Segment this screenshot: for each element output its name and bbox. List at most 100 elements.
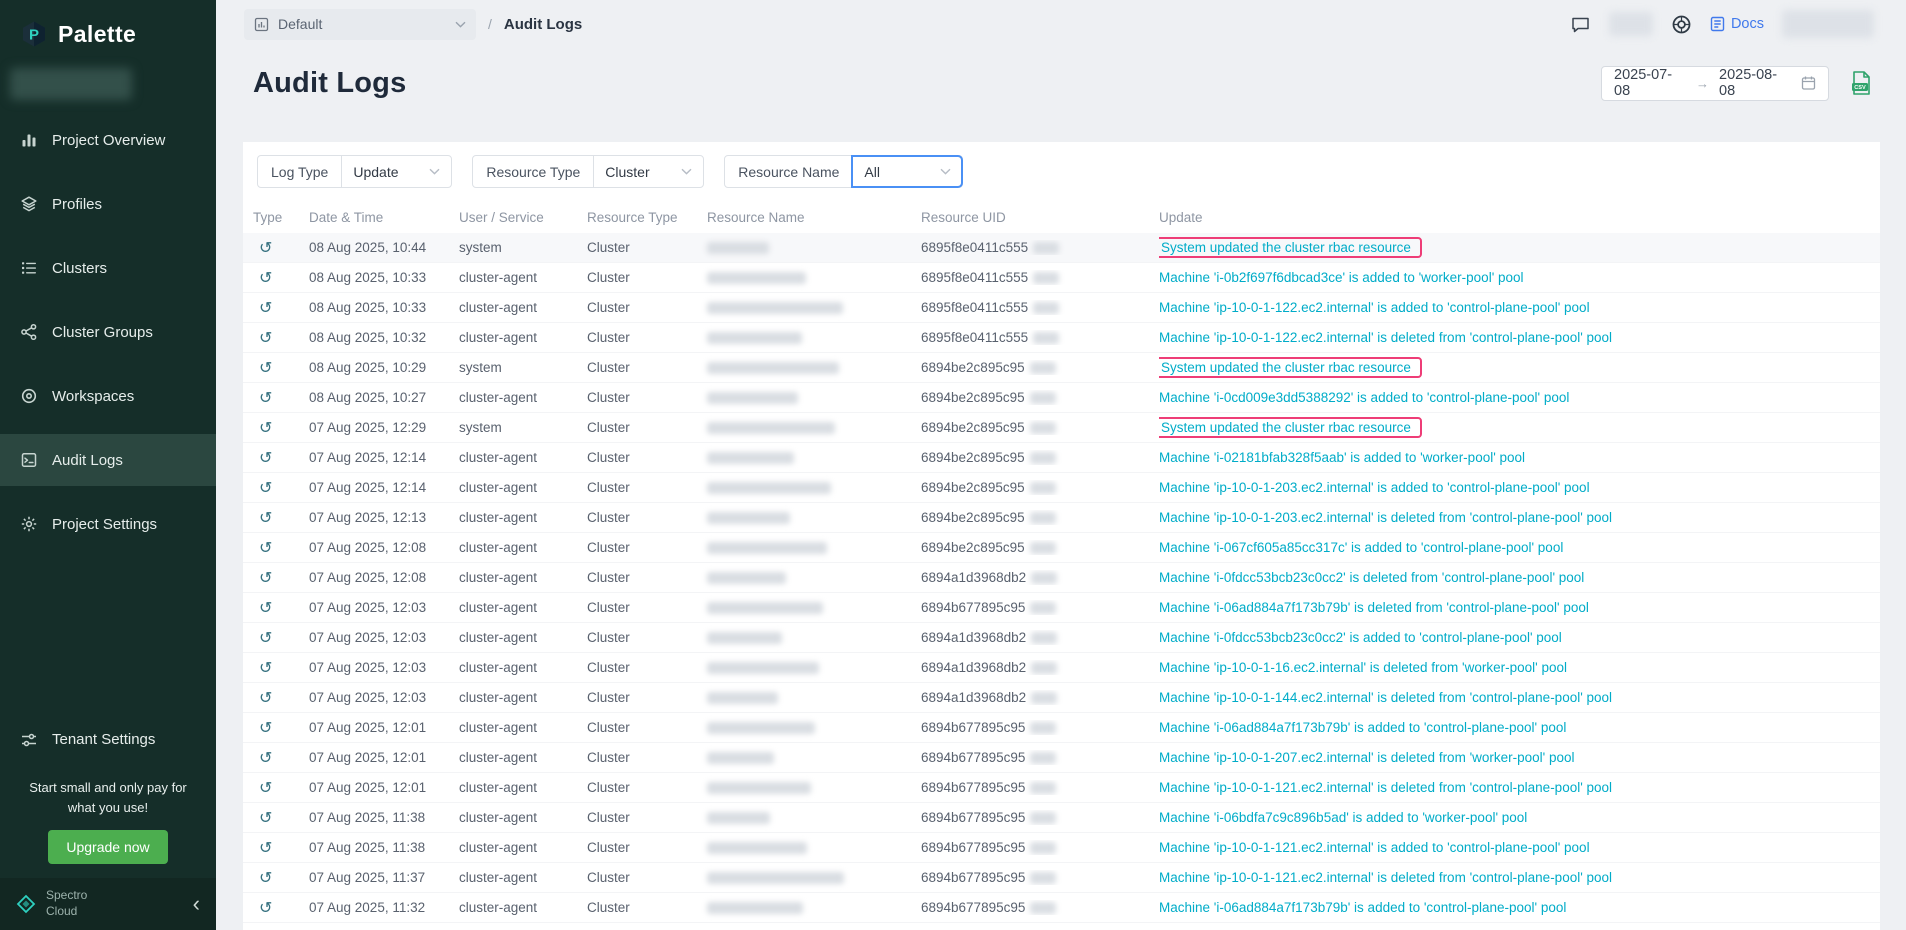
update-link[interactable]: System updated the cluster rbac resource: [1159, 237, 1422, 258]
sidebar-item-project-settings[interactable]: Project Settings: [0, 498, 216, 550]
history-icon[interactable]: ↺: [253, 598, 309, 618]
cell-datetime: 07 Aug 2025, 12:08: [309, 540, 459, 555]
history-icon[interactable]: ↺: [253, 478, 309, 498]
cell-datetime: 08 Aug 2025, 10:33: [309, 300, 459, 315]
update-link[interactable]: Machine 'ip-10-0-1-203.ec2.internal' is …: [1159, 510, 1612, 525]
sidebar-collapse-chevron[interactable]: ‹: [193, 893, 200, 915]
history-icon[interactable]: ↺: [253, 838, 309, 858]
sidebar-item-clusters[interactable]: Clusters: [0, 242, 216, 294]
update-link[interactable]: Machine 'i-0b2f697f6dbcad3ce' is added t…: [1159, 270, 1524, 285]
table-row[interactable]: ↺ 08 Aug 2025, 10:33 cluster-agent Clust…: [243, 293, 1880, 323]
project-context-select[interactable]: Default: [244, 9, 476, 40]
history-icon[interactable]: ↺: [253, 298, 309, 318]
update-link[interactable]: Machine 'i-067cf605a85cc317c' is added t…: [1159, 540, 1563, 555]
date-range-picker[interactable]: 2025-07-08 → 2025-08-08: [1601, 66, 1829, 101]
update-link[interactable]: Machine 'i-0fdcc53bcb23c0cc2' is deleted…: [1159, 570, 1584, 585]
filter-resource-type-select[interactable]: Cluster: [593, 156, 703, 187]
table-row[interactable]: ↺ 07 Aug 2025, 12:08 cluster-agent Clust…: [243, 563, 1880, 593]
cell-resource-uid: 6894be2c895c95: [921, 540, 1159, 555]
chat-icon[interactable]: [1570, 14, 1591, 35]
table-row[interactable]: ↺ 07 Aug 2025, 12:03 cluster-agent Clust…: [243, 653, 1880, 683]
upgrade-now-button[interactable]: Upgrade now: [48, 830, 167, 864]
table-row[interactable]: ↺ 07 Aug 2025, 12:14 cluster-agent Clust…: [243, 443, 1880, 473]
update-link[interactable]: Machine 'i-06ad884a7f173b79b' is added t…: [1159, 720, 1566, 735]
sidebar-item-cluster-groups[interactable]: Cluster Groups: [0, 306, 216, 358]
history-icon[interactable]: ↺: [253, 358, 309, 378]
update-link[interactable]: Machine 'ip-10-0-1-144.ec2.internal' is …: [1159, 690, 1612, 705]
history-icon[interactable]: ↺: [253, 688, 309, 708]
update-link[interactable]: Machine 'ip-10-0-1-122.ec2.internal' is …: [1159, 330, 1612, 345]
docs-link[interactable]: Docs: [1710, 16, 1764, 32]
svg-text:CSV: CSV: [1854, 85, 1866, 91]
update-link[interactable]: Machine 'i-06ad884a7f173b79b' is deleted…: [1159, 600, 1589, 615]
cell-update: Machine 'i-06ad884a7f173b79b' is added t…: [1159, 900, 1880, 915]
history-icon[interactable]: ↺: [253, 508, 309, 528]
history-icon[interactable]: ↺: [253, 418, 309, 438]
cell-update: Machine 'i-06bdfa7c9c896b5ad' is added t…: [1159, 810, 1880, 825]
sidebar-item-workspaces[interactable]: Workspaces: [0, 370, 216, 422]
table-row[interactable]: ↺ 07 Aug 2025, 11:38 cluster-agent Clust…: [243, 833, 1880, 863]
history-icon[interactable]: ↺: [253, 328, 309, 348]
table-row[interactable]: ↺ 07 Aug 2025, 11:38 cluster-agent Clust…: [243, 803, 1880, 833]
sidebar-item-profiles[interactable]: Profiles: [0, 178, 216, 230]
update-link[interactable]: Machine 'ip-10-0-1-121.ec2.internal' is …: [1159, 870, 1612, 885]
history-icon[interactable]: ↺: [253, 268, 309, 288]
table-row[interactable]: ↺ 07 Aug 2025, 12:03 cluster-agent Clust…: [243, 623, 1880, 653]
update-link[interactable]: Machine 'i-06ad884a7f173b79b' is added t…: [1159, 900, 1566, 915]
table-row[interactable]: ↺ 08 Aug 2025, 10:27 cluster-agent Clust…: [243, 383, 1880, 413]
table-row[interactable]: ↺ 07 Aug 2025, 12:29 system Cluster 6894…: [243, 413, 1880, 443]
history-icon[interactable]: ↺: [253, 748, 309, 768]
update-link[interactable]: Machine 'i-02181bfab328f5aab' is added t…: [1159, 450, 1525, 465]
history-icon[interactable]: ↺: [253, 778, 309, 798]
cell-update: Machine 'ip-10-0-1-122.ec2.internal' is …: [1159, 300, 1880, 315]
table-row[interactable]: ↺ 08 Aug 2025, 10:29 system Cluster 6894…: [243, 353, 1880, 383]
help-lifering-icon[interactable]: [1671, 14, 1692, 35]
update-link[interactable]: Machine 'ip-10-0-1-121.ec2.internal' is …: [1159, 780, 1612, 795]
table-row[interactable]: ↺ 07 Aug 2025, 12:13 cluster-agent Clust…: [243, 503, 1880, 533]
project-scope-selector-redacted[interactable]: [10, 68, 132, 100]
history-icon[interactable]: ↺: [253, 898, 309, 918]
update-link[interactable]: System updated the cluster rbac resource: [1159, 357, 1422, 378]
table-row[interactable]: ↺ 07 Aug 2025, 12:01 cluster-agent Clust…: [243, 773, 1880, 803]
table-row[interactable]: ↺ 07 Aug 2025, 11:37 cluster-agent Clust…: [243, 863, 1880, 893]
uid-redacted-tail: [1030, 362, 1056, 374]
history-icon[interactable]: ↺: [253, 568, 309, 588]
cell-update: Machine 'i-0cd009e3dd5388292' is added t…: [1159, 390, 1880, 405]
history-icon[interactable]: ↺: [253, 448, 309, 468]
update-link[interactable]: Machine 'ip-10-0-1-121.ec2.internal' is …: [1159, 840, 1590, 855]
table-row[interactable]: ↺ 08 Aug 2025, 10:44 system Cluster 6895…: [243, 233, 1880, 263]
update-link[interactable]: Machine 'ip-10-0-1-207.ec2.internal' is …: [1159, 750, 1575, 765]
table-row[interactable]: ↺ 07 Aug 2025, 12:01 cluster-agent Clust…: [243, 713, 1880, 743]
history-icon[interactable]: ↺: [253, 538, 309, 558]
filter-log-type-select[interactable]: Update: [341, 156, 451, 187]
update-link[interactable]: Machine 'ip-10-0-1-203.ec2.internal' is …: [1159, 480, 1590, 495]
history-icon[interactable]: ↺: [253, 808, 309, 828]
table-row[interactable]: ↺ 07 Aug 2025, 12:08 cluster-agent Clust…: [243, 533, 1880, 563]
table-row[interactable]: ↺ 07 Aug 2025, 12:01 cluster-agent Clust…: [243, 743, 1880, 773]
sidebar-item-tenant-settings[interactable]: Tenant Settings: [0, 714, 216, 766]
history-icon[interactable]: ↺: [253, 718, 309, 738]
cell-resource-type: Cluster: [587, 660, 707, 675]
table-row[interactable]: ↺ 08 Aug 2025, 10:32 cluster-agent Clust…: [243, 323, 1880, 353]
download-csv-icon[interactable]: CSV: [1849, 70, 1874, 96]
history-icon[interactable]: ↺: [253, 238, 309, 258]
table-row[interactable]: ↺ 07 Aug 2025, 12:03 cluster-agent Clust…: [243, 683, 1880, 713]
table-row[interactable]: ↺ 07 Aug 2025, 12:03 cluster-agent Clust…: [243, 593, 1880, 623]
filter-resource-name-select[interactable]: All: [852, 156, 962, 187]
sidebar-item-audit-logs[interactable]: Audit Logs: [0, 434, 216, 486]
table-row[interactable]: ↺ 07 Aug 2025, 11:32 cluster-agent Clust…: [243, 893, 1880, 923]
sidebar-item-project-overview[interactable]: Project Overview: [0, 114, 216, 166]
history-icon[interactable]: ↺: [253, 628, 309, 648]
update-link[interactable]: Machine 'ip-10-0-1-122.ec2.internal' is …: [1159, 300, 1590, 315]
table-row[interactable]: ↺ 07 Aug 2025, 12:14 cluster-agent Clust…: [243, 473, 1880, 503]
update-link[interactable]: Machine 'ip-10-0-1-16.ec2.internal' is d…: [1159, 660, 1567, 675]
update-link[interactable]: System updated the cluster rbac resource: [1159, 417, 1422, 438]
palette-logo[interactable]: P Palette: [0, 0, 216, 56]
table-row[interactable]: ↺ 08 Aug 2025, 10:33 cluster-agent Clust…: [243, 263, 1880, 293]
history-icon[interactable]: ↺: [253, 868, 309, 888]
history-icon[interactable]: ↺: [253, 388, 309, 408]
update-link[interactable]: Machine 'i-0cd009e3dd5388292' is added t…: [1159, 390, 1569, 405]
update-link[interactable]: Machine 'i-06bdfa7c9c896b5ad' is added t…: [1159, 810, 1527, 825]
update-link[interactable]: Machine 'i-0fdcc53bcb23c0cc2' is added t…: [1159, 630, 1562, 645]
history-icon[interactable]: ↺: [253, 658, 309, 678]
